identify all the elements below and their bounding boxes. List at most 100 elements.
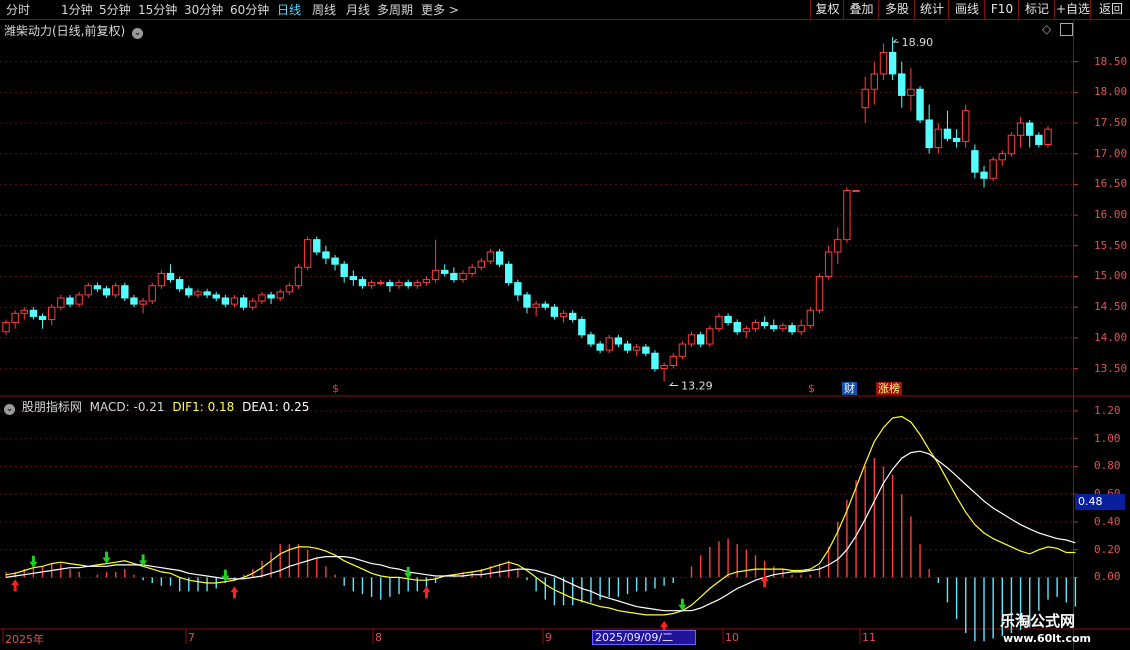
candle-body <box>879 51 888 75</box>
price-tick-label: 13.50 <box>1094 361 1128 375</box>
date-tick-label: 11 <box>862 631 876 644</box>
candle-body <box>843 190 851 241</box>
candle-body <box>770 325 778 330</box>
candle-body <box>84 285 92 296</box>
price-tick-label: 14.00 <box>1094 330 1128 344</box>
candle-body <box>413 282 422 287</box>
macd-tick-label: 0.40 <box>1094 514 1121 528</box>
candle-body <box>706 328 714 345</box>
candle-body <box>203 291 211 296</box>
period-tab-9[interactable]: 多周期 <box>377 1 413 19</box>
toolbar-button-8[interactable]: 返回 <box>1090 0 1130 19</box>
toolbar-button-3[interactable]: 统计 <box>914 0 949 19</box>
candle-body <box>980 171 988 179</box>
candle-body <box>815 275 824 311</box>
sell-arrow-icon <box>102 551 111 564</box>
buy-arrow-icon <box>11 579 20 592</box>
candle-body <box>130 297 138 305</box>
macd-tick-label: 0.00 <box>1094 570 1121 584</box>
chevron-down-icon[interactable]: ⌄ <box>4 404 15 415</box>
candle-body <box>788 325 796 333</box>
toolbar-button-2[interactable]: 多股 <box>878 0 915 19</box>
date-tick-label: 7 <box>188 631 195 644</box>
candle-body <box>824 251 833 277</box>
candle-body <box>477 260 485 268</box>
candle-body <box>696 334 705 345</box>
candle-body <box>660 365 668 370</box>
candle-body <box>760 322 769 327</box>
candle-body <box>642 346 650 354</box>
toolbar-button-5[interactable]: F10 <box>984 0 1019 19</box>
date-tick-label: 9 <box>545 631 552 644</box>
candle-body <box>998 153 1006 161</box>
high-price-label: 18.90 <box>902 36 934 49</box>
buy-arrow-icon <box>760 575 769 588</box>
period-tab-3[interactable]: 15分钟 <box>138 1 177 19</box>
candle-body <box>185 288 193 296</box>
period-tab-8[interactable]: 月线 <box>346 1 370 19</box>
candle-body <box>313 239 321 253</box>
candle-body <box>157 272 166 287</box>
event-marker[interactable]: $ <box>806 382 817 395</box>
price-tick-label: 18.50 <box>1094 54 1128 68</box>
date-tick-label: 10 <box>725 631 739 644</box>
price-tick-label: 14.50 <box>1094 300 1128 314</box>
diamond-icon[interactable]: ◇ <box>1042 22 1051 36</box>
candle-body <box>38 315 47 320</box>
candle-body <box>678 343 687 357</box>
chart-canvas[interactable]: 18.90 13.29 <box>0 0 1130 650</box>
window-toggle-icon[interactable] <box>1060 23 1073 36</box>
period-tab-7[interactable]: 周线 <box>312 1 336 19</box>
period-tab-2[interactable]: 5分钟 <box>99 1 131 19</box>
period-tab-6[interactable]: 日线 <box>277 1 301 19</box>
candle-body <box>925 119 933 149</box>
high-arrow <box>892 38 899 43</box>
candle-body <box>486 251 495 262</box>
candle-body <box>340 263 348 277</box>
candle-body <box>404 282 412 287</box>
candle-body <box>523 294 531 308</box>
period-tab-5[interactable]: 60分钟 <box>230 1 269 19</box>
candle-body <box>148 285 156 302</box>
event-marker[interactable]: 涨榜 <box>876 382 902 395</box>
cursor-date-box: 2025/09/09/二 <box>592 630 696 645</box>
event-marker[interactable]: 财 <box>842 382 857 395</box>
candle-body <box>532 303 540 308</box>
candle-body <box>111 285 120 296</box>
low-arrow <box>668 382 679 386</box>
toolbar-button-4[interactable]: 画线 <box>948 0 985 19</box>
candle-body <box>505 263 513 284</box>
candle-body <box>952 137 961 142</box>
chart-title: 潍柴动力(日线,前复权) ⌄ <box>4 22 144 39</box>
period-tab-10[interactable]: 更多 > <box>421 1 459 19</box>
candle-body <box>834 239 842 253</box>
toolbar-button-6[interactable]: 标记 <box>1018 0 1055 19</box>
candle-body <box>596 343 604 351</box>
candle-body <box>569 312 577 320</box>
period-tab-1[interactable]: 1分钟 <box>61 1 93 19</box>
candle-body <box>93 285 102 290</box>
candle-body <box>669 355 677 367</box>
sell-arrow-icon <box>404 566 413 579</box>
candle-body <box>898 73 906 96</box>
candle-body <box>294 266 303 287</box>
candle-body <box>459 272 467 281</box>
buy-arrow-icon <box>422 586 431 599</box>
candle-body <box>11 312 19 324</box>
period-tab-4[interactable]: 30分钟 <box>184 1 223 19</box>
candle-body <box>1016 122 1025 136</box>
period-tab-0[interactable]: 分时 <box>6 1 30 19</box>
candle-body <box>852 190 860 193</box>
candle-body <box>468 266 476 274</box>
candle-body <box>578 318 586 336</box>
toolbar-button-7[interactable]: +自选 <box>1054 0 1091 19</box>
candle-body <box>322 251 330 259</box>
indicator-name[interactable]: 股朋指标网 <box>22 400 82 414</box>
price-tick-label: 17.50 <box>1094 116 1128 130</box>
toolbar-button-0[interactable]: 复权 <box>810 0 844 19</box>
event-marker[interactable]: $ <box>330 382 341 395</box>
candle-body <box>102 288 111 296</box>
toolbar-button-1[interactable]: 叠加 <box>843 0 879 19</box>
chevron-down-icon[interactable]: ⌄ <box>132 28 144 39</box>
candle-body <box>495 251 504 265</box>
